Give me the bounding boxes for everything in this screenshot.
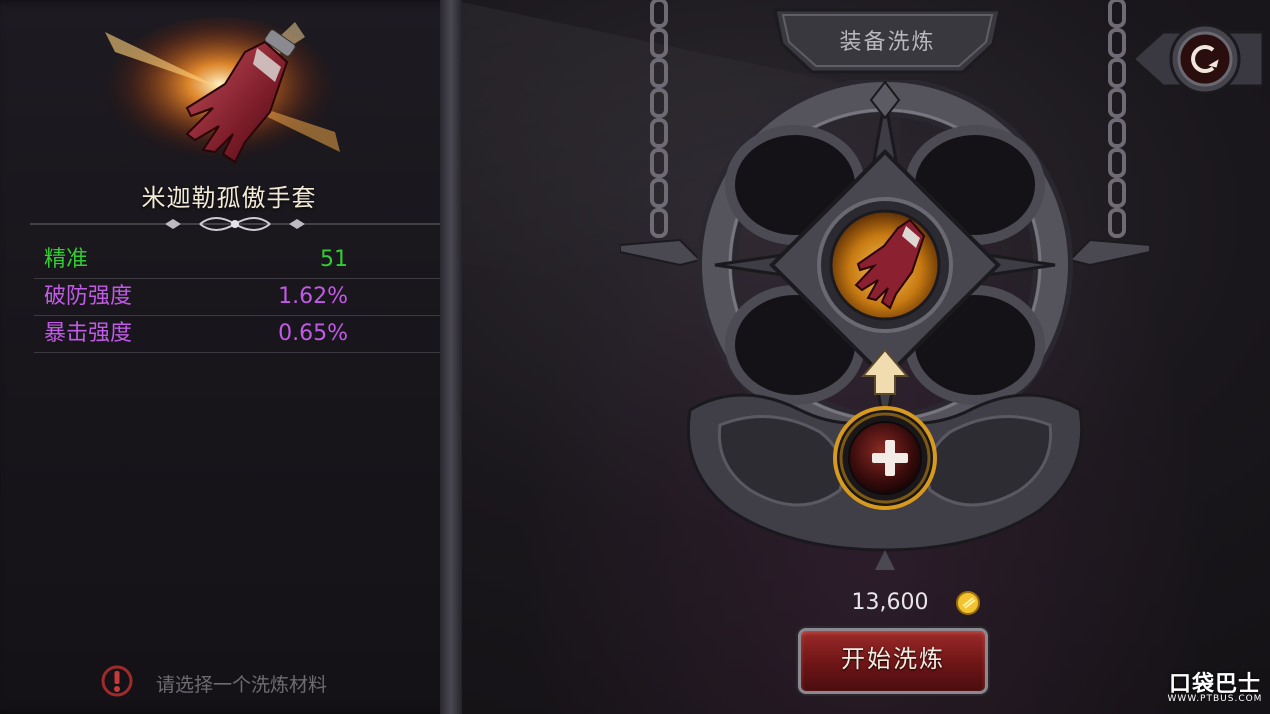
start-refine-button[interactable]: 开始洗炼 [798, 628, 988, 694]
stat-value: 1.62% [278, 284, 348, 309]
stat-row-accuracy: 精准 51 [34, 242, 442, 279]
page-title: 装备洗炼 [839, 30, 936, 55]
return-arrow-icon [1130, 23, 1265, 95]
watermark-logo: 口袋巴士 WWW.PTBUS.COM [1160, 662, 1270, 714]
plus-icon [872, 440, 908, 476]
item-name: 米迦勒孤傲手套 [141, 184, 317, 212]
stat-row-armor-break: 破防强度 1.62% [34, 279, 442, 316]
stat-value: 51 [320, 247, 348, 272]
panel-trim [440, 0, 462, 714]
hint-text: 请选择一个洗炼材料 [156, 674, 328, 696]
alert-icon [101, 665, 133, 697]
glove-item-art [105, 17, 340, 167]
stat-value: 0.65% [278, 321, 348, 346]
stat-row-crit-strength: 暴击强度 0.65% [34, 316, 442, 353]
refine-cost: 13,600 [851, 590, 929, 615]
stat-name: 破防强度 [44, 284, 133, 309]
ornamental-divider [30, 217, 440, 231]
item-info-panel: 米迦勒孤傲手套 精准 51 破防强度 1.62% 暴击强度 0.65% 请选择一… [0, 0, 461, 714]
stat-name: 暴击强度 [44, 321, 133, 346]
add-material-button[interactable] [850, 418, 930, 498]
watermark-sub: WWW.PTBUS.COM [1167, 694, 1263, 704]
stat-name: 精准 [44, 247, 89, 272]
gold-coin-icon [956, 591, 980, 615]
back-button[interactable] [1130, 22, 1265, 96]
